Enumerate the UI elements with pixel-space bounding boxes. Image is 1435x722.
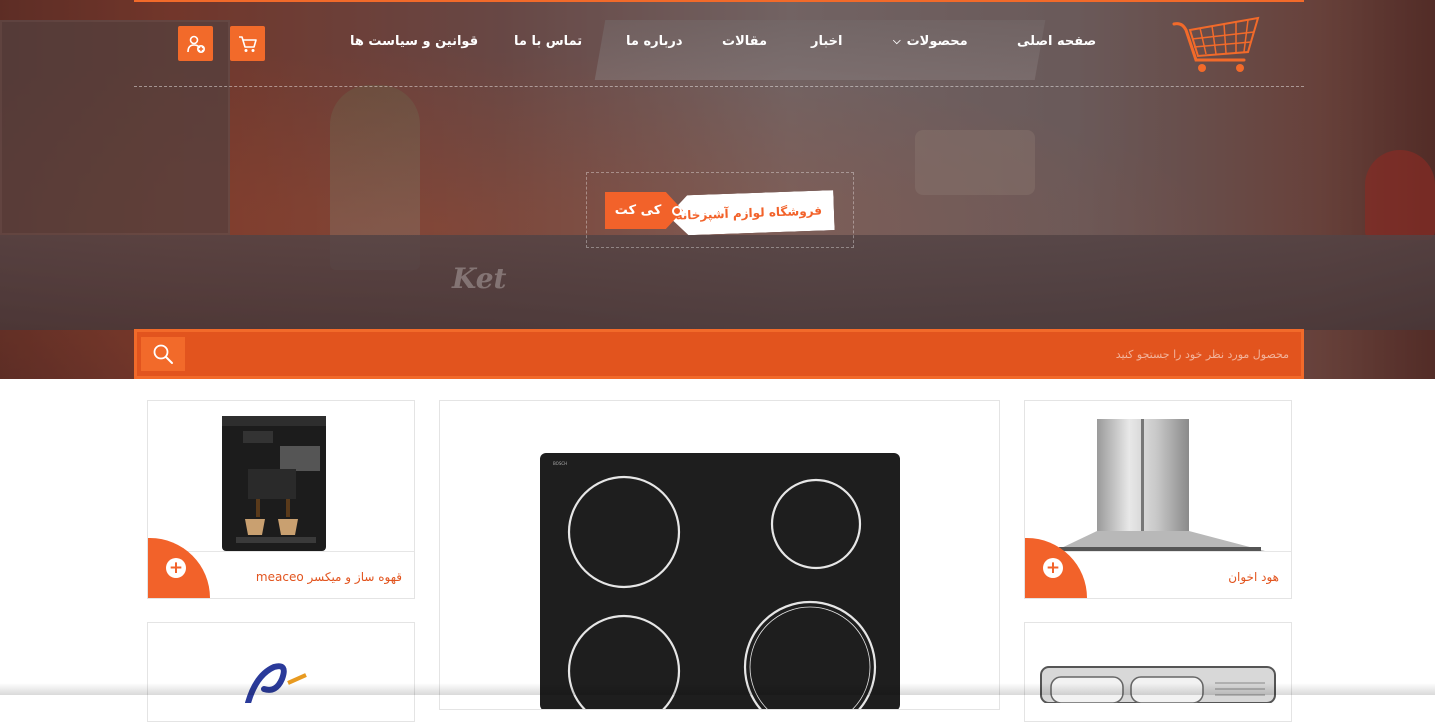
product-card-featured[interactable]: BOSCH — [439, 400, 1000, 710]
plus-icon: + — [166, 558, 186, 578]
search-input[interactable] — [189, 338, 1297, 370]
nav-item-products[interactable]: محصولات ⌵ — [893, 34, 968, 54]
top-accent-line — [134, 0, 1304, 2]
nav-item-policies[interactable]: قوانین و سیاست ها — [350, 34, 478, 54]
search-bar — [134, 329, 1304, 379]
cart-button[interactable] — [230, 26, 265, 61]
add-user-button[interactable] — [178, 26, 213, 61]
product-title[interactable]: هود اخوان — [1228, 570, 1279, 584]
hood-image — [1055, 419, 1265, 551]
plus-icon: + — [1043, 558, 1063, 578]
cooktop-image: BOSCH — [540, 453, 900, 709]
search-icon — [153, 344, 173, 364]
badge-dot-icon — [672, 206, 682, 216]
product-card[interactable]: قهوه ساز و میکسر meaceo + — [147, 400, 415, 599]
nav-divider — [134, 86, 1304, 87]
hero-watermark: Ket — [452, 262, 507, 295]
site-logo[interactable] — [1168, 14, 1263, 74]
nav-item-home[interactable]: صفحه اصلی — [1017, 34, 1096, 54]
product-title[interactable]: قهوه ساز و میکسر meaceo — [256, 570, 402, 584]
add-user-icon — [186, 35, 205, 53]
nav-item-about[interactable]: درباره ما — [626, 34, 683, 54]
product-card[interactable] — [1024, 622, 1292, 722]
hero-tagline: فروشگاه لوازم آشپزخانه — [667, 190, 834, 236]
coffee-machine-image — [222, 416, 326, 551]
nav-item-news[interactable]: اخبار — [811, 34, 843, 54]
search-button[interactable] — [141, 337, 185, 371]
nav-item-articles[interactable]: مقالات — [722, 34, 767, 54]
cart-icon — [238, 35, 257, 52]
svg-text:BOSCH: BOSCH — [553, 461, 567, 466]
product-card[interactable] — [147, 622, 415, 722]
nav-item-contact[interactable]: تماس با ما — [514, 34, 582, 54]
logo-cart-icon — [1172, 16, 1260, 72]
chevron-down-icon: ⌵ — [893, 36, 901, 47]
nav-item-products-label: محصولات — [906, 34, 968, 49]
product-card[interactable]: هود اخوان + — [1024, 400, 1292, 599]
